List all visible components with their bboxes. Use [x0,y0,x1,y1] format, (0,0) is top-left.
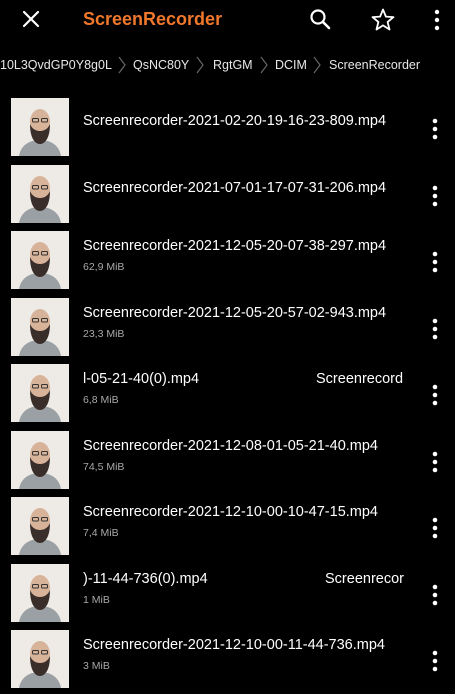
chevron-right-icon [313,56,321,74]
file-name-marquee-head: Screenrecord [316,371,404,387]
breadcrumb-item[interactable]: DCIM [275,58,307,72]
more-vert-icon[interactable] [433,9,441,31]
breadcrumb-item[interactable]: 10L3QvdGP0Y8g0L [0,58,112,72]
list-item[interactable]: Screenrecorder-2021-12-10-00-11-44-736.m… [0,627,455,694]
app-bar: ScreenRecorder [0,0,455,40]
more-vert-icon[interactable] [430,450,440,474]
file-name: Screenrecorder-2021-02-20-19-16-23-809.m… [83,113,387,129]
list-item[interactable]: l-05-21-40(0).mp4 Screenrecord 6,8 MiB [0,361,455,428]
video-thumbnail [11,563,69,622]
file-name: Screenrecorder-2021-12-10-00-11-44-736.m… [83,637,385,653]
list-item[interactable]: Screenrecorder-2021-12-05-20-07-38-297.m… [0,228,455,295]
list-item[interactable]: )-11-44-736(0).mp4 Screenrecor 1 MiB [0,561,455,628]
file-name: Screenrecorder-2021-12-08-01-05-21-40.mp… [83,437,378,454]
list-item[interactable]: Screenrecorder-2021-12-05-20-57-02-943.m… [0,295,455,362]
more-vert-icon[interactable] [430,117,440,141]
file-size: 62,9 MiB [83,261,125,273]
file-size: 23,3 MiB [83,327,125,340]
more-vert-icon[interactable] [430,583,440,607]
list-item[interactable]: Screenrecorder-2021-07-01-17-07-31-206.m… [0,162,455,229]
breadcrumb-item[interactable]: RgtGM [213,58,253,72]
close-icon[interactable] [20,8,42,30]
more-vert-icon[interactable] [430,516,440,540]
video-thumbnail [11,364,69,422]
file-name-marquee-tail: )-11-44-736(0).mp4 [83,570,208,587]
file-size: 6,8 MiB [83,394,119,406]
video-thumbnail [11,164,69,223]
more-vert-icon[interactable] [430,317,440,341]
list-item[interactable]: Screenrecorder-2021-12-10-00-10-47-15.mp… [0,494,455,561]
chevron-right-icon [260,56,268,74]
file-size: 1 MiB [83,593,110,606]
more-vert-icon[interactable] [430,649,440,673]
video-thumbnail [11,497,69,555]
more-vert-icon[interactable] [430,250,440,274]
file-name: Screenrecorder-2021-12-10-00-10-47-15.mp… [83,504,378,520]
file-name-marquee-head: Screenrecor [325,570,404,587]
more-vert-icon[interactable] [430,383,440,407]
breadcrumb-item[interactable]: QsNC80Y [133,58,189,72]
file-name: Screenrecorder-2021-12-05-20-07-38-297.m… [83,238,387,254]
file-size: 7,4 MiB [83,527,119,539]
list-item[interactable]: Screenrecorder-2021-02-20-19-16-23-809.m… [0,95,455,162]
video-thumbnail [11,430,69,489]
video-thumbnail [11,98,69,156]
breadcrumb-item[interactable]: ScreenRecorder [329,58,420,72]
chevron-right-icon [196,56,204,74]
file-name: Screenrecorder-2021-12-05-20-57-02-943.m… [83,304,387,321]
video-thumbnail [11,630,69,688]
file-size: 3 MiB [83,660,110,672]
video-thumbnail [11,231,69,289]
video-thumbnail [11,297,69,356]
file-size: 74,5 MiB [83,460,125,473]
search-icon[interactable] [308,7,332,31]
more-vert-icon[interactable] [430,184,440,208]
file-name-marquee-tail: l-05-21-40(0).mp4 [83,371,200,387]
chevron-right-icon [118,56,126,74]
breadcrumb: 10L3QvdGP0Y8g0L QsNC80Y RgtGM DCIM Scree… [0,48,455,82]
file-name: Screenrecorder-2021-07-01-17-07-31-206.m… [83,179,387,196]
app-title: ScreenRecorder [83,9,223,29]
list-item[interactable]: Screenrecorder-2021-12-08-01-05-21-40.mp… [0,428,455,495]
star-icon[interactable] [370,7,396,33]
file-list: Screenrecorder-2021-02-20-19-16-23-809.m… [0,95,455,694]
